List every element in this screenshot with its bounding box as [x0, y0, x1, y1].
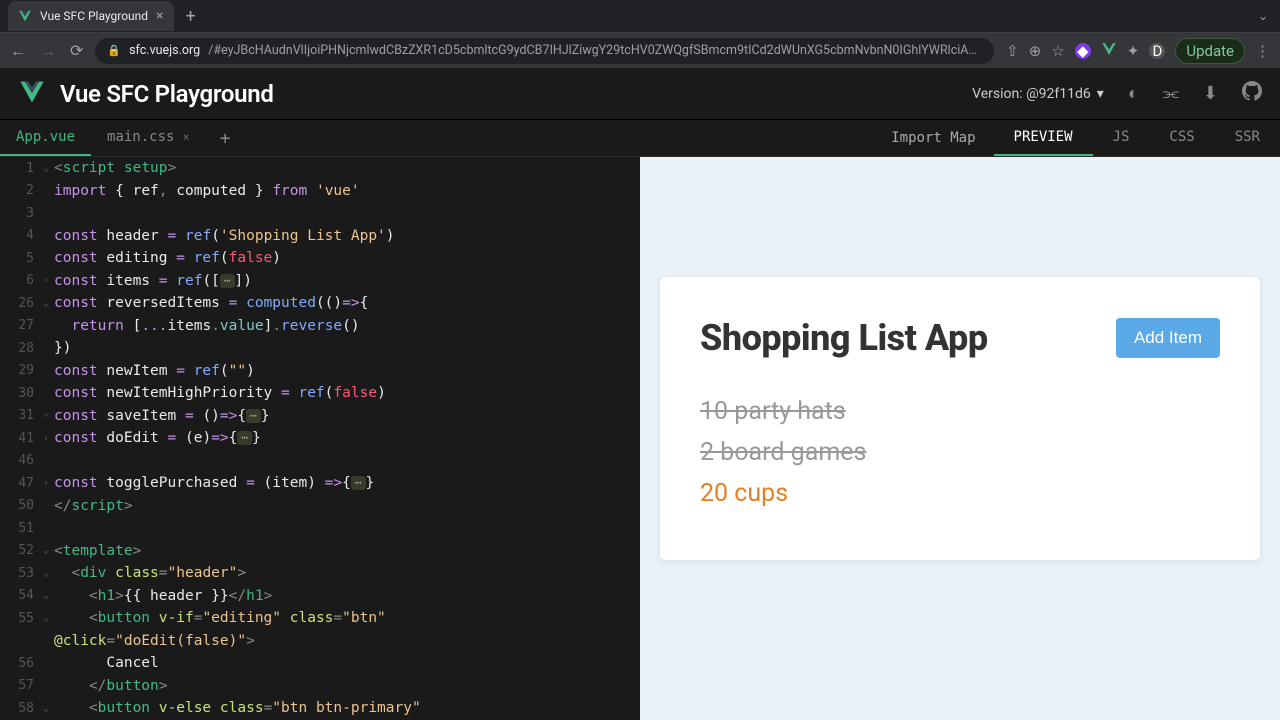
extension-icon[interactable]: ◆ — [1075, 43, 1091, 59]
browser-tab-bar: Vue SFC Playground × + ⌄ — [0, 0, 1280, 32]
browser-menu-icon[interactable]: ⋮ — [1255, 42, 1270, 60]
list-item[interactable]: 10 party hats — [700, 397, 1220, 426]
new-tab-button[interactable]: + — [174, 6, 208, 27]
list-item[interactable]: 2 board games — [700, 438, 1220, 467]
tab-js[interactable]: JS — [1093, 120, 1150, 156]
vue-logo-icon — [18, 78, 46, 110]
bookmark-icon[interactable]: ☆ — [1051, 42, 1064, 60]
tab-preview[interactable]: PREVIEW — [994, 120, 1093, 156]
close-file-icon[interactable]: × — [182, 130, 189, 144]
theme-toggle-icon[interactable]: ◐ — [1128, 83, 1139, 104]
lock-icon: 🔒 — [107, 44, 121, 57]
preview-pane: Shopping List App Add Item 10 party hats… — [640, 157, 1280, 720]
preview-heading: Shopping List App — [700, 317, 988, 359]
reload-icon[interactable]: ⟳ — [70, 41, 83, 60]
add-file-button[interactable]: + — [206, 120, 245, 156]
install-icon[interactable]: ⊕ — [1029, 42, 1042, 60]
import-map-button[interactable]: Import Map — [873, 120, 993, 156]
file-tab-app[interactable]: App.vue — [0, 120, 91, 156]
github-icon[interactable] — [1242, 81, 1262, 106]
browser-tab-title: Vue SFC Playground — [40, 9, 148, 23]
address-bar: ← → ⟳ 🔒 sfc.vuejs.org /#eyJBcHAudnVlIjoiP… — [0, 32, 1280, 68]
url-host: sfc.vuejs.org — [129, 43, 200, 58]
app-title: Vue SFC Playground — [60, 80, 274, 108]
app-header: Vue SFC Playground Version: @92f11d6▾ ◐ … — [0, 68, 1280, 120]
browser-chrome: Vue SFC Playground × + ⌄ ← → ⟳ 🔒 sfc.vue… — [0, 0, 1280, 68]
back-icon[interactable]: ← — [10, 41, 26, 61]
tab-css[interactable]: CSS — [1149, 120, 1214, 156]
update-button[interactable]: Update — [1175, 38, 1245, 64]
close-tab-icon[interactable]: × — [156, 8, 163, 24]
forward-icon: → — [40, 41, 56, 61]
url-path: /#eyJBcHAudnVlIjoiPHNjcmlwdCBzZXR1cD5cbm… — [208, 43, 982, 58]
list-item[interactable]: 20 cups — [700, 479, 1220, 508]
tabs-row: App.vue main.css× + Import Map PREVIEW J… — [0, 120, 1280, 157]
item-list: 10 party hats 2 board games 20 cups — [700, 397, 1220, 508]
download-icon[interactable]: ⬇ — [1203, 83, 1218, 104]
add-item-button[interactable]: Add Item — [1116, 318, 1220, 358]
code-editor[interactable]: 1⌄<script setup> 2import { ref, computed… — [0, 157, 640, 720]
chevron-down-icon: ▾ — [1097, 86, 1104, 102]
preview-card: Shopping List App Add Item 10 party hats… — [660, 277, 1260, 560]
vue-favicon — [18, 9, 32, 23]
main-split: 1⌄<script setup> 2import { ref, computed… — [0, 157, 1280, 720]
url-input[interactable]: 🔒 sfc.vuejs.org /#eyJBcHAudnVlIjoiPHNjcml… — [95, 38, 994, 64]
tabs-menu-icon[interactable]: ⌄ — [1258, 9, 1268, 23]
version-selector[interactable]: Version: @92f11d6▾ — [972, 86, 1104, 102]
profile-avatar[interactable]: D — [1149, 43, 1165, 59]
share-icon[interactable]: ⇧ — [1006, 42, 1019, 60]
file-tab-css[interactable]: main.css× — [91, 120, 206, 156]
extensions-icon[interactable]: ✦ — [1127, 42, 1140, 60]
share-link-icon[interactable]: ⫘ — [1163, 83, 1179, 104]
tab-ssr[interactable]: SSR — [1215, 120, 1280, 156]
browser-tab[interactable]: Vue SFC Playground × — [8, 1, 174, 31]
vue-devtools-icon[interactable] — [1101, 41, 1117, 61]
